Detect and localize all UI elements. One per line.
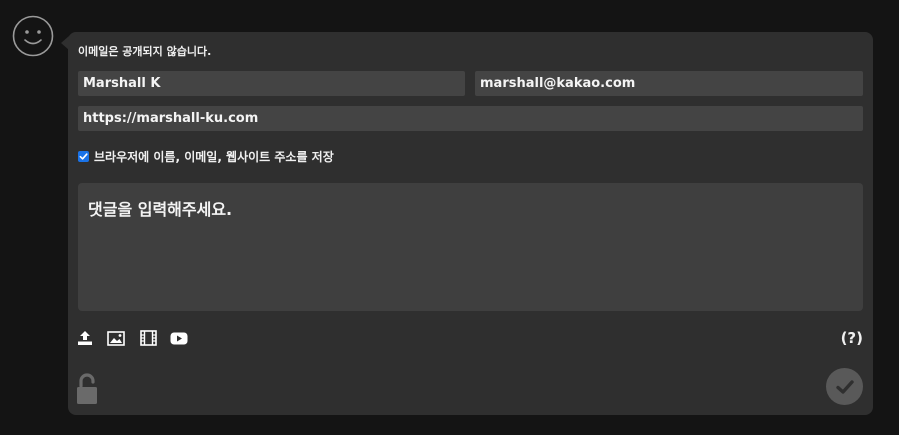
- comment-form: 이메일은 공개되지 않습니다. Marshall K marshall@kaka…: [68, 32, 873, 415]
- email-notice: 이메일은 공개되지 않습니다.: [78, 45, 212, 58]
- submit-button[interactable]: [826, 368, 863, 405]
- video-icon[interactable]: [139, 329, 157, 347]
- checkmark-icon: [835, 379, 854, 394]
- unlock-icon[interactable]: [76, 373, 100, 405]
- image-icon[interactable]: [107, 329, 125, 347]
- save-info-label: 브라우저에 이름, 이메일, 웹사이트 주소를 저장: [94, 149, 334, 164]
- smiley-face-icon: [12, 15, 54, 57]
- website-field[interactable]: https://marshall-ku.com: [78, 106, 863, 131]
- help-link[interactable]: (?): [841, 329, 863, 347]
- email-field[interactable]: marshall@kakao.com: [475, 71, 863, 96]
- save-info-row[interactable]: 브라우저에 이름, 이메일, 웹사이트 주소를 저장: [78, 148, 334, 164]
- check-icon: [79, 152, 88, 160]
- name-field[interactable]: Marshall K: [78, 71, 465, 96]
- save-info-checkbox[interactable]: [78, 150, 89, 162]
- comment-placeholder: 댓글을 입력해주세요.: [88, 200, 233, 219]
- upload-icon[interactable]: [76, 329, 94, 347]
- comment-textarea[interactable]: 댓글을 입력해주세요.: [78, 183, 863, 311]
- youtube-icon[interactable]: [170, 329, 188, 347]
